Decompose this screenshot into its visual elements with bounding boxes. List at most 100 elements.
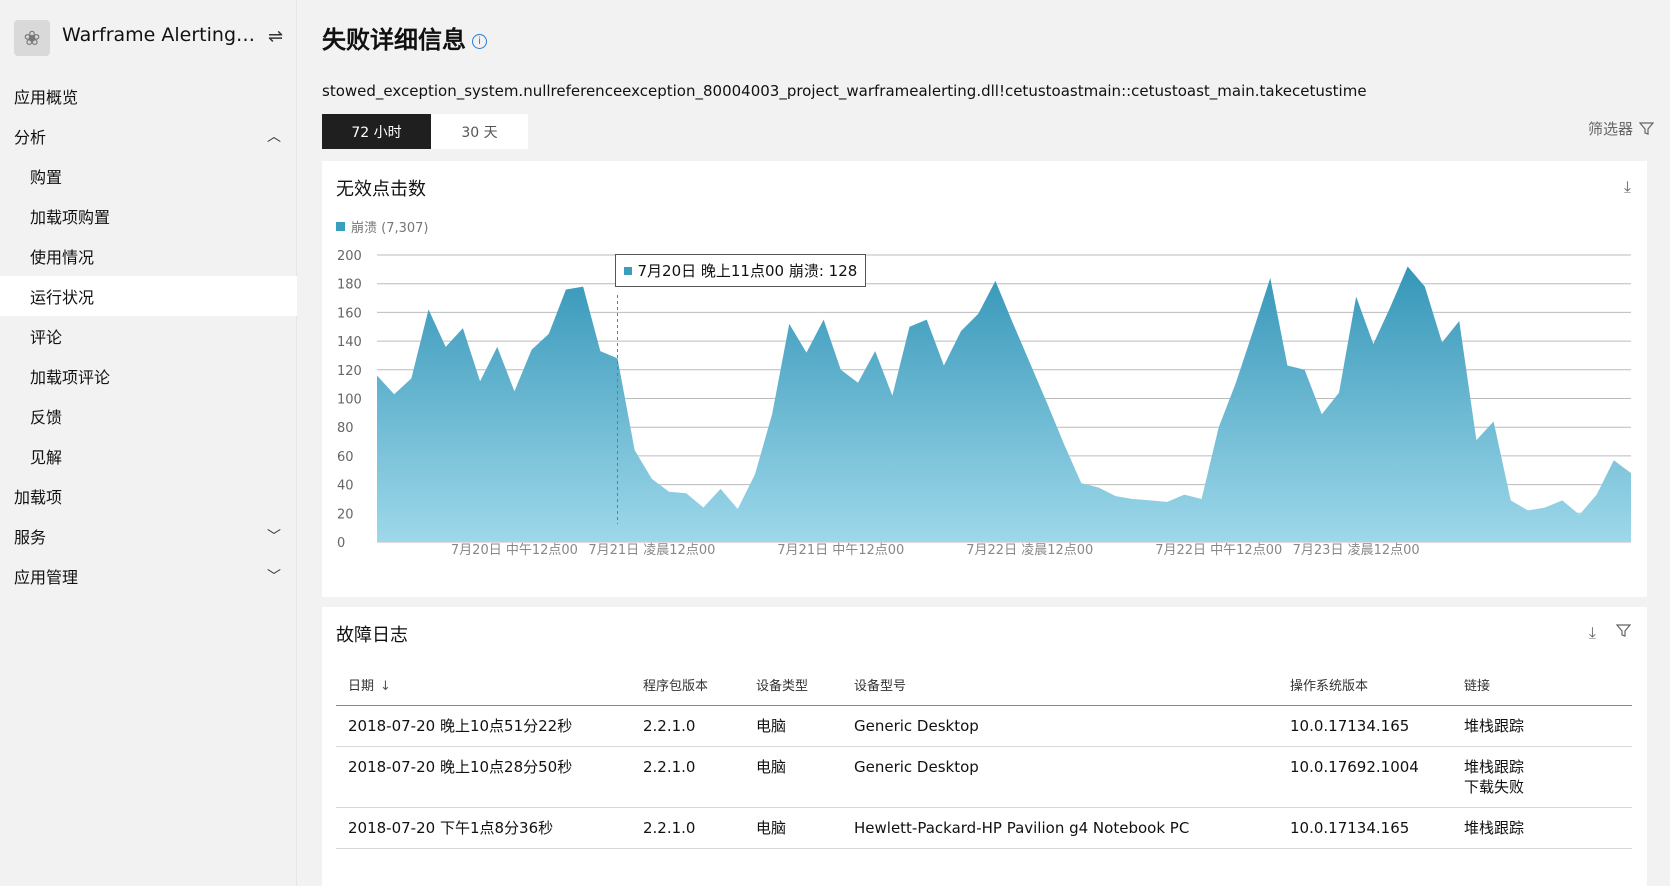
sidebar-item-acquisitions[interactable]: 购置: [0, 156, 297, 196]
failure-log-table: 日期 ↓ 程序包版本 设备类型 设备型号 操作系统版本 链接 2018-07-20…: [336, 665, 1632, 849]
legend-label: 崩溃 (7,307): [351, 221, 429, 236]
main-content: 失败详细信息 i stowed_exception_system.nullrefe…: [297, 0, 1670, 886]
table-header-row: 日期 ↓ 程序包版本 设备类型 设备型号 操作系统版本 链接: [336, 665, 1632, 706]
x-tick-label: 7月20日 中午12点00: [451, 543, 578, 558]
sidebar-item-reviews[interactable]: 评论: [0, 316, 297, 356]
x-tick-label: 7月22日 中午12点00: [1155, 543, 1282, 558]
cell-device-type: 电脑: [744, 807, 842, 849]
sidebar-item-addon-reviews[interactable]: 加载项评论: [0, 356, 297, 396]
crash-area-chart[interactable]: 0 20 40 60 80 100 120 140 160 180 200 7月20日 中午12点00…: [322, 246, 1647, 576]
download-failure-link[interactable]: 下载失败: [1464, 777, 1632, 797]
sidebar-item-insights[interactable]: 见解: [0, 436, 297, 476]
y-tick-label: 20: [337, 507, 354, 522]
cell-device-model: Generic Desktop: [842, 746, 1278, 808]
cell-links: 堆栈跟踪 下载失败: [1452, 746, 1632, 808]
filter-label: 筛选器: [1587, 120, 1633, 138]
sidebar-item-health[interactable]: 运行状况: [0, 276, 297, 316]
sidebar-item-addon-acquisitions[interactable]: 加载项购置: [0, 196, 297, 236]
page-title: 失败详细信息 i: [322, 20, 487, 55]
page-title-text: 失败详细信息: [322, 26, 466, 54]
sidebar-item-label: 分析: [14, 128, 47, 147]
column-header-label: 日期: [348, 679, 375, 695]
column-header-package[interactable]: 程序包版本: [631, 665, 744, 706]
table-row: 2018-07-20 晚上10点51分22秒 2.2.1.0 电脑 Generi…: [336, 705, 1632, 747]
sidebar-item-label: 加载项购置: [30, 208, 111, 227]
chart-tooltip: 7月20日 晚上11点00 崩溃: 128: [615, 254, 867, 287]
filter-icon: [1639, 122, 1654, 135]
cell-device-model: Generic Desktop: [842, 705, 1278, 747]
cell-links: 堆栈跟踪: [1452, 705, 1632, 747]
cell-os-version: 10.0.17134.165: [1278, 807, 1452, 849]
y-tick-label: 80: [337, 421, 354, 436]
download-icon[interactable]: ⤓: [1589, 623, 1596, 643]
log-title: 故障日志: [336, 625, 408, 646]
y-tick-label: 200: [337, 249, 362, 264]
info-icon[interactable]: i: [472, 33, 487, 49]
app-title: Warframe Alerting P...: [62, 24, 257, 46]
sort-down-icon: ↓: [380, 679, 391, 695]
log-actions: ⤓: [1589, 623, 1632, 643]
stack-trace-link[interactable]: 堆栈跟踪: [1464, 716, 1632, 736]
sidebar-item-addons[interactable]: 加载项: [0, 476, 297, 516]
sidebar-item-analytics[interactable]: 分析 ︿: [0, 116, 297, 156]
sidebar-item-label: 购置: [30, 168, 63, 187]
chart-legend[interactable]: 崩溃 (7,307): [336, 217, 429, 236]
x-tick-label: 7月21日 中午12点00: [777, 543, 904, 558]
sidebar-item-label: 运行状况: [30, 288, 95, 307]
time-range-tabs: 72 小时 30 天: [322, 114, 528, 149]
y-tick-label: 120: [337, 364, 362, 379]
table-row: 2018-07-20 下午1点8分36秒 2.2.1.0 电脑 Hewlett-…: [336, 807, 1632, 849]
sidebar-item-feedback[interactable]: 反馈: [0, 396, 297, 436]
sidebar: ❀ Warframe Alerting P... ⇌ 应用概览 分析 ︿ 购置 加…: [0, 0, 297, 886]
column-header-device-model[interactable]: 设备型号: [842, 665, 1278, 706]
tab-72-hours[interactable]: 72 小时: [322, 114, 431, 149]
chevron-down-icon: ﹀: [267, 529, 281, 545]
x-tick-label: 7月23日 凌晨12点00: [1293, 543, 1420, 558]
sidebar-item-label: 加载项评论: [30, 368, 111, 387]
cell-device-type: 电脑: [744, 705, 842, 747]
sidebar-item-app-overview[interactable]: 应用概览: [0, 76, 297, 116]
sidebar-item-services[interactable]: 服务 ﹀: [0, 516, 297, 556]
column-header-os-version[interactable]: 操作系统版本: [1278, 665, 1452, 706]
y-tick-label: 40: [337, 479, 354, 494]
cell-device-type: 电脑: [744, 746, 842, 808]
y-tick-label: 160: [337, 306, 362, 321]
y-tick-label: 100: [337, 393, 362, 408]
cell-date: 2018-07-20 晚上10点51分22秒: [336, 705, 631, 747]
column-header-date[interactable]: 日期 ↓: [336, 665, 631, 706]
y-tick-label: 140: [337, 335, 362, 350]
cell-package: 2.2.1.0: [631, 746, 744, 808]
filter-button[interactable]: 筛选器: [1588, 118, 1654, 139]
sidebar-item-label: 反馈: [30, 408, 63, 427]
cell-os-version: 10.0.17692.1004: [1278, 746, 1452, 808]
sidebar-item-label: 应用概览: [14, 88, 79, 107]
stack-trace-link[interactable]: 堆栈跟踪: [1464, 757, 1632, 777]
app-header: ❀ Warframe Alerting P... ⇌: [0, 0, 297, 76]
crash-series-area[interactable]: [377, 266, 1631, 542]
cell-os-version: 10.0.17134.165: [1278, 705, 1452, 747]
chart-card: 无效点击数 ⤓ 崩溃 (7,307) 0 20 40 60 80 100 120 140 160…: [322, 161, 1647, 597]
sidebar-item-app-management[interactable]: 应用管理 ﹀: [0, 556, 297, 596]
x-tick-label: 7月22日 凌晨12点00: [966, 543, 1093, 558]
filter-icon[interactable]: [1615, 623, 1632, 643]
y-tick-label: 180: [337, 278, 362, 293]
download-icon[interactable]: ⤓: [1624, 177, 1631, 197]
sidebar-item-label: 加载项: [14, 488, 63, 507]
stack-trace-link[interactable]: 堆栈跟踪: [1464, 818, 1632, 838]
cell-date: 2018-07-20 下午1点8分36秒: [336, 807, 631, 849]
tooltip-swatch: [624, 266, 633, 275]
sidebar-item-usage[interactable]: 使用情况: [0, 236, 297, 276]
cell-date: 2018-07-20 晚上10点28分50秒: [336, 746, 631, 808]
tooltip-text: 7月20日 晚上11点00 崩溃: 128: [637, 262, 858, 280]
table-row: 2018-07-20 晚上10点28分50秒 2.2.1.0 电脑 Generi…: [336, 746, 1632, 808]
y-tick-label: 60: [337, 450, 354, 465]
chevron-down-icon: ﹀: [267, 569, 281, 585]
column-header-device-type[interactable]: 设备类型: [744, 665, 842, 706]
cell-links: 堆栈跟踪: [1452, 807, 1632, 849]
tab-30-days[interactable]: 30 天: [431, 114, 528, 149]
sidebar-item-label: 见解: [30, 448, 63, 467]
sidebar-item-label: 服务: [14, 528, 47, 547]
sidebar-item-label: 评论: [30, 328, 63, 347]
collapse-sidebar-icon[interactable]: ⇌: [268, 26, 283, 47]
column-header-links: 链接: [1452, 665, 1632, 706]
